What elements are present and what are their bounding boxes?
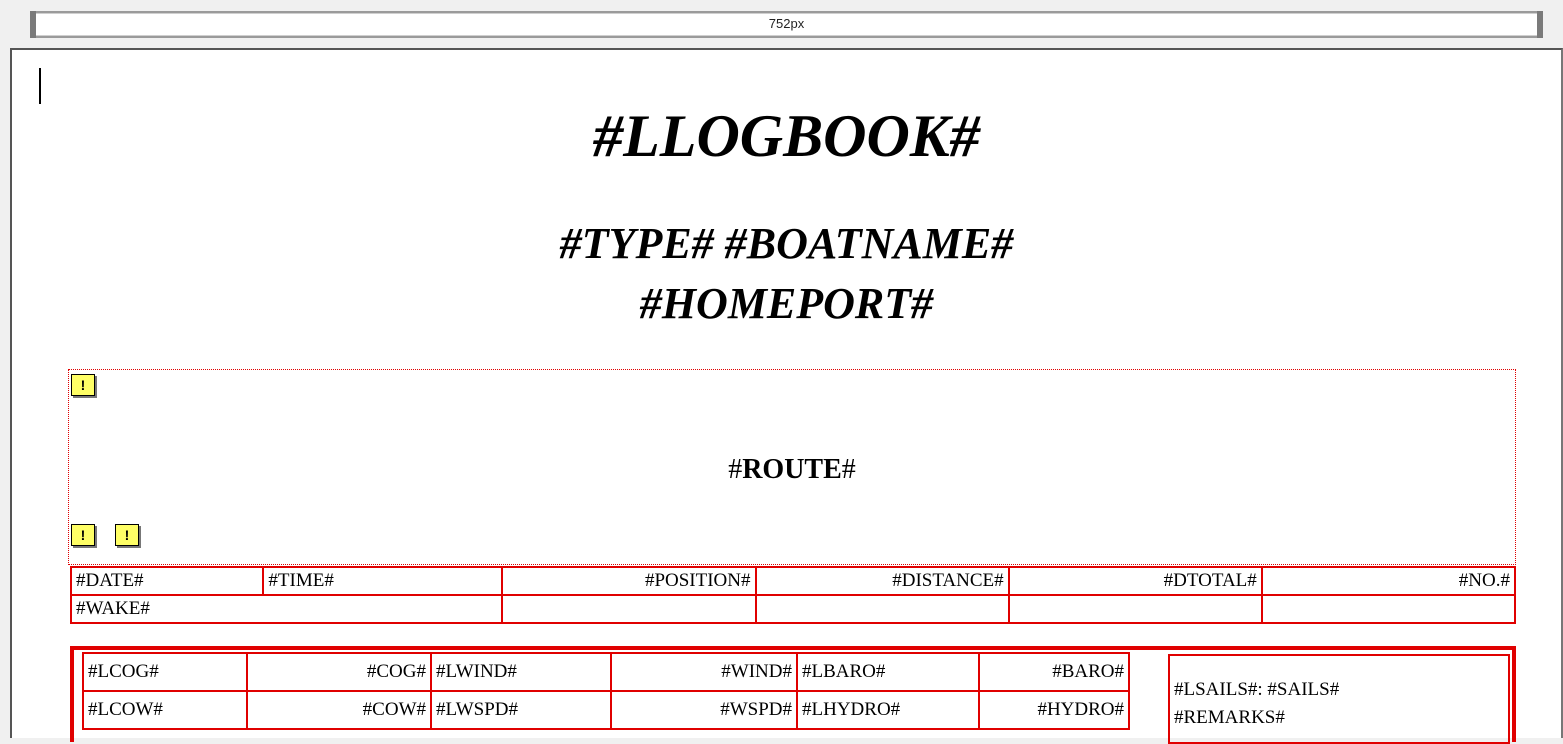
sails-text: #LSAILS#: #SAILS# bbox=[1174, 679, 1340, 700]
cog-cell[interactable]: #COG# bbox=[246, 652, 432, 692]
homeport-subtitle[interactable]: #HOMEPORT# bbox=[12, 278, 1561, 329]
table-row: #LCOG# #COG# #LWIND# #WIND# #LBARO# #BAR… bbox=[82, 652, 1130, 692]
route-section[interactable]: ! #ROUTE# ! ! bbox=[68, 369, 1516, 565]
document-canvas[interactable]: #LLOGBOOK# #TYPE# #BOATNAME# #HOMEPORT# … bbox=[10, 48, 1563, 744]
lbaro-cell[interactable]: #LBARO# bbox=[796, 652, 980, 692]
lcow-cell[interactable]: #LCOW# bbox=[82, 690, 248, 730]
date-cell[interactable]: #DATE# bbox=[69, 566, 265, 596]
route-label: ROUTE bbox=[742, 454, 842, 485]
table-row: #LCOW# #COW# #LWSPD# #WSPD# #LHYDRO# #HY… bbox=[82, 690, 1130, 730]
table-row: #WAKE# bbox=[69, 594, 1517, 624]
remarks-cell[interactable]: #LSAILS#: #SAILS# #REMARKS# bbox=[1168, 654, 1510, 744]
logbook-title[interactable]: #LLOGBOOK# bbox=[12, 102, 1561, 171]
empty-cell[interactable] bbox=[1260, 594, 1517, 624]
time-cell[interactable]: #TIME# bbox=[262, 566, 504, 596]
hydro-cell[interactable]: #HYDRO# bbox=[978, 690, 1130, 730]
boat-subtitle[interactable]: #TYPE# #BOATNAME# bbox=[12, 218, 1561, 269]
page-width-ruler[interactable]: 752px bbox=[30, 11, 1543, 38]
route-prefix: # bbox=[728, 454, 743, 485]
ruler-right-handle[interactable] bbox=[1537, 11, 1543, 38]
route-heading[interactable]: #ROUTE# bbox=[69, 454, 1515, 486]
number-cell[interactable]: #NO.# bbox=[1260, 566, 1517, 596]
log-detail-table: #LCOG# #COG# #LWIND# #WIND# #LBARO# #BAR… bbox=[82, 652, 1130, 730]
wspd-cell[interactable]: #WSPD# bbox=[610, 690, 798, 730]
wind-cell[interactable]: #WIND# bbox=[610, 652, 798, 692]
empty-cell[interactable] bbox=[501, 594, 757, 624]
position-cell[interactable]: #POSITION# bbox=[501, 566, 757, 596]
lhydro-cell[interactable]: #LHYDRO# bbox=[796, 690, 980, 730]
warning-icon[interactable]: ! bbox=[115, 524, 139, 546]
lwind-cell[interactable]: #LWIND# bbox=[430, 652, 612, 692]
table-row: #DATE# #TIME# #POSITION# #DISTANCE# #DTO… bbox=[69, 566, 1517, 596]
route-suffix: # bbox=[841, 454, 856, 485]
remarks-text: #REMARKS# bbox=[1174, 707, 1285, 728]
ruler-bar: 752px bbox=[0, 0, 1563, 44]
warning-icon[interactable]: ! bbox=[71, 524, 95, 546]
wake-cell[interactable]: #WAKE# bbox=[69, 594, 504, 624]
baro-cell[interactable]: #BARO# bbox=[978, 652, 1130, 692]
distance-cell[interactable]: #DISTANCE# bbox=[754, 566, 1010, 596]
lwspd-cell[interactable]: #LWSPD# bbox=[430, 690, 612, 730]
empty-cell[interactable] bbox=[1007, 594, 1263, 624]
cow-cell[interactable]: #COW# bbox=[246, 690, 432, 730]
text-caret bbox=[39, 68, 41, 104]
empty-cell[interactable] bbox=[754, 594, 1010, 624]
log-header-table: #DATE# #TIME# #POSITION# #DISTANCE# #DTO… bbox=[69, 566, 1517, 624]
ruler-left-handle[interactable] bbox=[30, 11, 36, 38]
ruler-label: 752px bbox=[768, 16, 805, 31]
dtotal-cell[interactable]: #DTOTAL# bbox=[1007, 566, 1263, 596]
warning-icon[interactable]: ! bbox=[71, 374, 95, 396]
lcog-cell[interactable]: #LCOG# bbox=[82, 652, 248, 692]
